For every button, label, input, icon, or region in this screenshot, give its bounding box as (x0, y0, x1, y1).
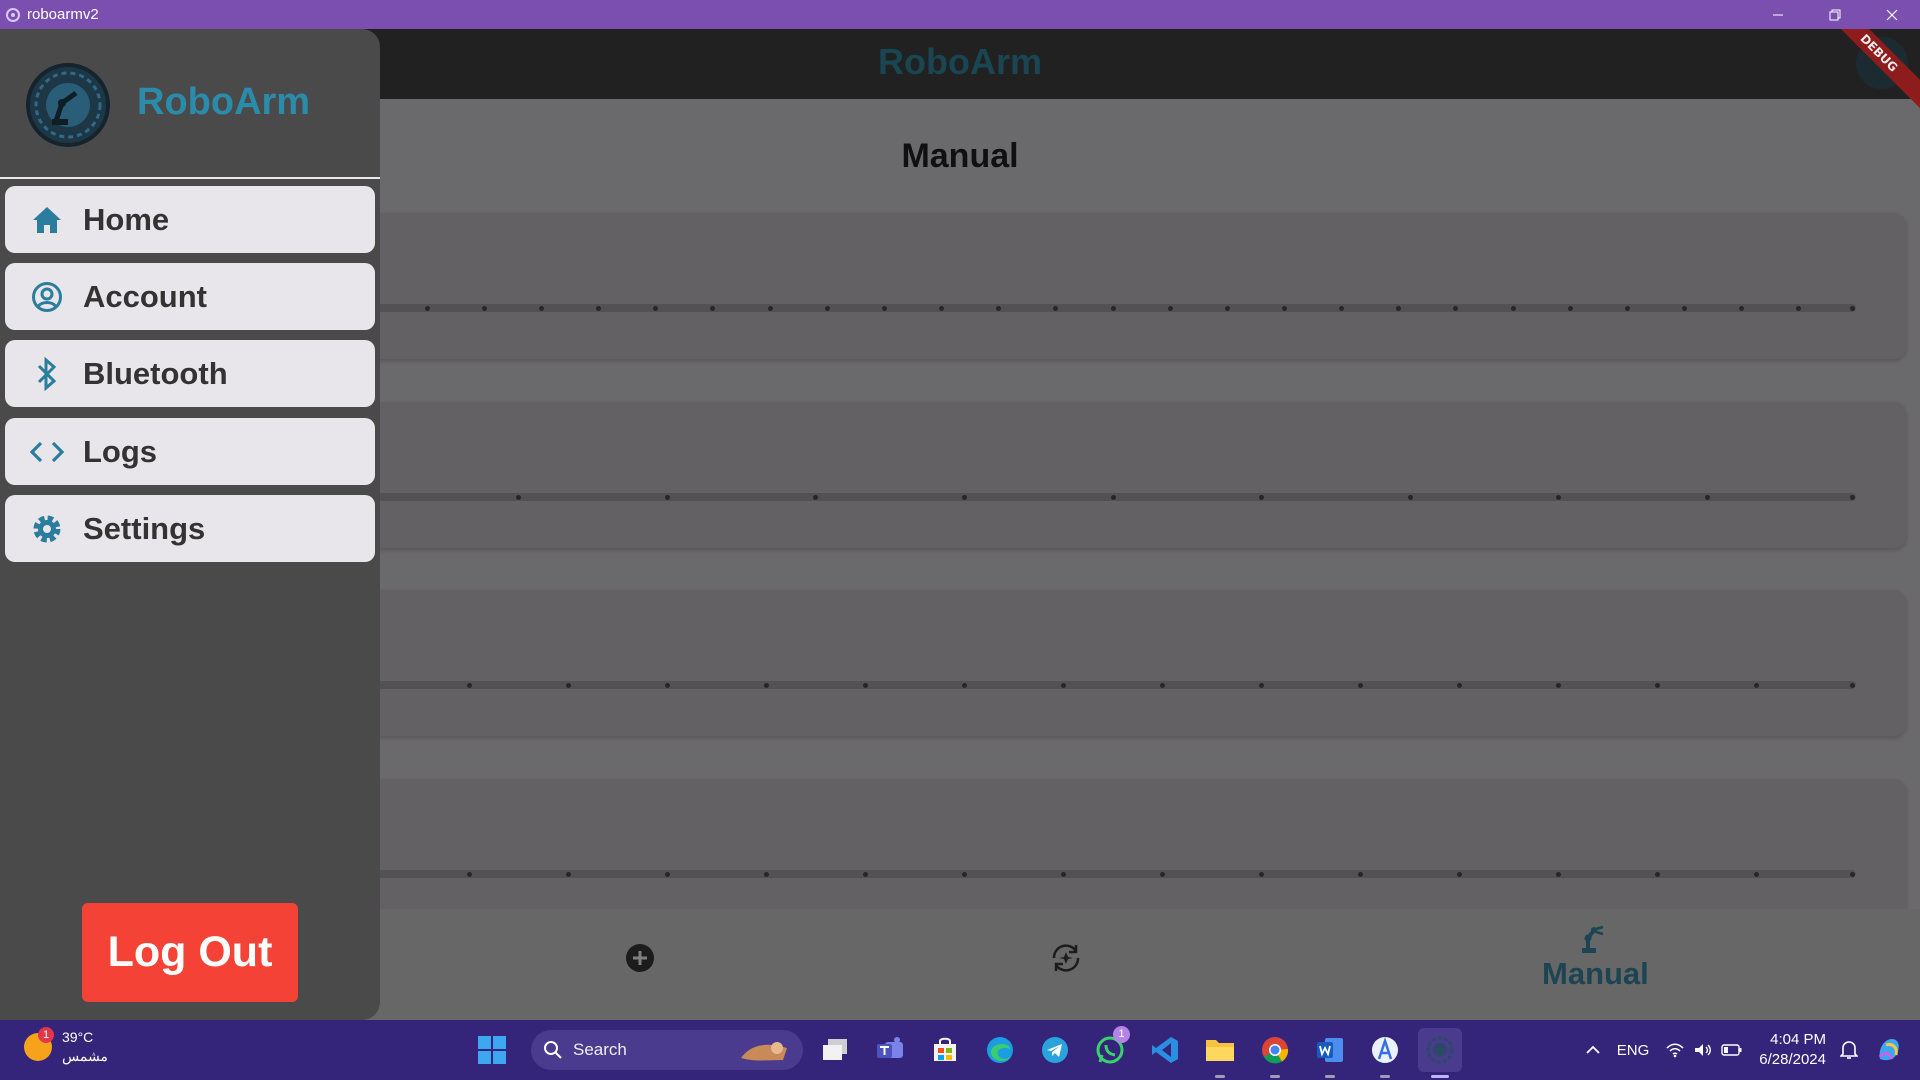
restore-button[interactable] (1806, 0, 1863, 29)
notifications-button[interactable] (1840, 1040, 1858, 1060)
language-indicator[interactable]: ENG (1617, 1042, 1650, 1059)
close-button[interactable] (1863, 0, 1920, 29)
task-view-icon (823, 1039, 847, 1060)
drawer-item-account[interactable]: Account (5, 263, 375, 330)
wifi-icon (1666, 1043, 1684, 1058)
running-indicator (1270, 1075, 1280, 1078)
word-app[interactable] (1308, 1028, 1352, 1078)
home-icon (30, 203, 64, 237)
code-icon (30, 435, 64, 469)
taskbar-clock[interactable]: 4:04 PM 6/28/2024 (1759, 1030, 1826, 1070)
vscode-app[interactable] (1143, 1028, 1187, 1072)
windows-logo-icon (478, 1036, 506, 1064)
network-volume-battery[interactable] (1665, 1042, 1743, 1058)
drawer-item-logs[interactable]: Logs (5, 418, 375, 485)
vscode-icon (1152, 1037, 1178, 1063)
taskbar-search[interactable]: Search (531, 1030, 803, 1070)
weather-widget[interactable]: 1 39°C مشمس (24, 1027, 108, 1066)
window-controls (1749, 0, 1920, 29)
drawer-item-label: Home (83, 201, 170, 237)
whatsapp-badge: 1 (1113, 1026, 1130, 1043)
battery-icon (1721, 1044, 1742, 1056)
chrome-app[interactable] (1253, 1028, 1297, 1078)
chevron-up-icon (1586, 1045, 1600, 1054)
drawer-item-settings[interactable]: Settings (5, 495, 375, 562)
window-titlebar: roboarmv2 (0, 0, 1920, 29)
telegram-app[interactable] (1033, 1028, 1077, 1072)
weather-badge: 1 (38, 1027, 54, 1043)
drawer-item-label: Bluetooth (83, 355, 228, 391)
drawer-item-label: Logs (83, 433, 158, 469)
logout-button[interactable]: Log Out (82, 903, 298, 1002)
android-studio-icon (1372, 1037, 1398, 1063)
search-icon (544, 1041, 562, 1059)
word-icon (1317, 1038, 1343, 1062)
taskbar-pinned-apps: Search 1 (470, 1026, 1473, 1078)
sun-icon: 1 (24, 1027, 54, 1061)
folder-icon (1206, 1040, 1234, 1061)
volume-icon (1695, 1044, 1712, 1056)
show-hidden-icons-button[interactable] (1585, 1044, 1601, 1056)
bell-icon (1840, 1041, 1858, 1059)
running-indicator (1325, 1075, 1335, 1078)
search-highlight-icon (741, 1042, 787, 1061)
navigation-drawer: RoboArm Home Account Bluetooth Logs Sett… (0, 29, 380, 1020)
system-tray: ENG 4:04 PM 6/28/2024 (1585, 1020, 1920, 1080)
start-button[interactable] (470, 1028, 514, 1072)
minimize-button[interactable] (1749, 0, 1806, 29)
drawer-item-home[interactable]: Home (5, 186, 375, 253)
roboarm-app-icon (1426, 1036, 1454, 1064)
copilot-button[interactable] (1874, 1035, 1904, 1065)
drawer-title: RoboArm (137, 81, 311, 123)
chrome-icon (1262, 1037, 1289, 1064)
drawer-item-label: Settings (83, 510, 206, 546)
file-explorer-app[interactable] (1198, 1028, 1242, 1078)
edge-icon (987, 1037, 1013, 1063)
edge-app[interactable] (978, 1028, 1022, 1072)
teams-app[interactable] (868, 1028, 912, 1072)
running-indicator (1431, 1075, 1449, 1078)
account-circle-icon (30, 280, 64, 314)
drawer-item-bluetooth[interactable]: Bluetooth (5, 340, 375, 407)
running-indicator (1380, 1075, 1390, 1078)
drawer-item-label: Account (83, 278, 207, 314)
minimize-icon (1772, 14, 1783, 15)
close-icon (1886, 9, 1897, 20)
running-indicator (1215, 1075, 1225, 1078)
whatsapp-app[interactable]: 1 (1088, 1026, 1132, 1072)
roboarm-logo (26, 63, 110, 147)
clock-time: 4:04 PM (1770, 1031, 1826, 1048)
copilot-icon (1878, 1039, 1899, 1061)
clock-date: 6/28/2024 (1759, 1051, 1826, 1068)
gear-icon (30, 512, 64, 546)
telegram-icon (1042, 1037, 1068, 1063)
roboarm-taskbar-app[interactable] (1418, 1028, 1462, 1078)
app-logo-icon (6, 7, 20, 22)
windows-taskbar: 1 39°C مشمس Search 1 ENG 4:04 PM 6/28/20… (0, 1020, 1920, 1080)
bluetooth-icon (30, 356, 64, 391)
weather-condition: مشمس (62, 1048, 108, 1064)
store-app[interactable] (923, 1028, 967, 1072)
restore-icon (1829, 9, 1840, 20)
search-placeholder: Search (573, 1040, 627, 1059)
drawer-header: RoboArm (0, 29, 380, 179)
weather-temperature: 39°C (62, 1029, 94, 1045)
window-title: roboarmv2 (27, 6, 99, 23)
android-studio-app[interactable] (1363, 1028, 1407, 1078)
task-view-button[interactable] (813, 1028, 857, 1072)
teams-icon (877, 1037, 903, 1058)
store-icon (934, 1037, 956, 1061)
